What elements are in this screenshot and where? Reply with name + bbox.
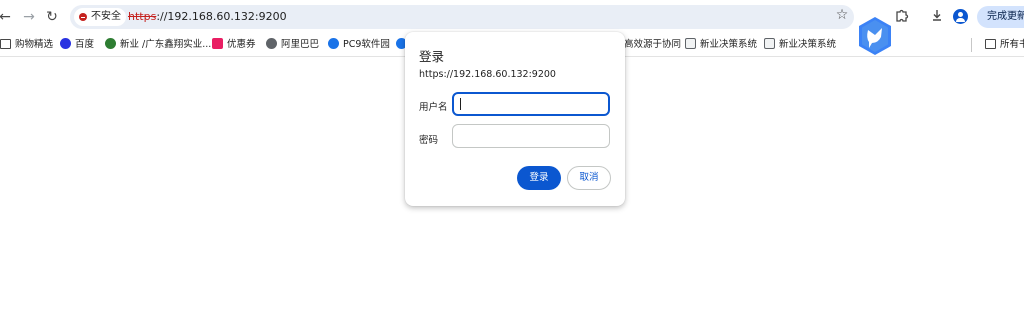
bookmark-item[interactable]: 新业决策系统 xyxy=(764,36,836,54)
pc9-icon xyxy=(328,38,339,49)
login-button[interactable]: 登录 xyxy=(517,166,561,190)
bookmark-item[interactable]: 新业决策系统 xyxy=(685,36,757,54)
folder-icon xyxy=(985,39,996,49)
folder-icon xyxy=(0,39,11,49)
address-bar[interactable]: 不安全 https://192.168.60.132:9200 xyxy=(70,5,854,29)
bookmark-item[interactable]: 高效源于协同 xyxy=(624,36,681,54)
reload-icon[interactable]: ↻ xyxy=(43,8,61,26)
url-scheme: https xyxy=(128,10,157,23)
extensions-puzzle-icon[interactable] xyxy=(893,8,911,26)
dialog-title: 登录 xyxy=(419,49,445,64)
bookmark-item[interactable]: 百度 xyxy=(60,36,94,54)
url-host: ://192.168.60.132:9200 xyxy=(156,10,287,23)
profile-avatar-icon[interactable] xyxy=(953,9,968,24)
coupon-icon xyxy=(212,38,223,49)
bookmark-item[interactable]: 优惠券 xyxy=(212,36,256,54)
download-icon[interactable] xyxy=(928,8,946,26)
bookmark-item[interactable]: 阿里巴巴 xyxy=(266,36,319,54)
url-text[interactable]: https://192.168.60.132:9200 xyxy=(128,5,287,29)
baidu-paw-icon xyxy=(60,38,71,49)
forward-arrow-icon[interactable]: → xyxy=(20,8,38,26)
username-label: 用户名 xyxy=(419,102,448,113)
bookmark-item[interactable]: PC9软件园 xyxy=(328,36,390,54)
image-icon xyxy=(764,38,775,49)
bookmarks-separator xyxy=(971,38,972,52)
http-auth-dialog: 登录 https://192.168.60.132:9200 用户名 密码 登录… xyxy=(405,32,625,206)
globe-icon xyxy=(266,38,277,49)
dialog-origin: https://192.168.60.132:9200 xyxy=(419,69,556,80)
username-field[interactable] xyxy=(452,92,610,116)
bookmark-item[interactable]: 购物精选 xyxy=(0,36,53,54)
password-label: 密码 xyxy=(419,135,439,146)
password-field[interactable] xyxy=(452,124,610,148)
bookmark-item[interactable]: 新业 /广东鑫翔实业... xyxy=(105,36,211,54)
text-caret xyxy=(460,98,461,110)
all-bookmarks-item[interactable]: 所有书 xyxy=(985,36,1024,54)
back-arrow-icon[interactable]: ← xyxy=(0,8,14,26)
not-secure-icon xyxy=(79,13,87,21)
security-chip[interactable]: 不安全 xyxy=(74,8,126,26)
update-button[interactable]: 完成更新 xyxy=(977,6,1024,28)
image-icon xyxy=(685,38,696,49)
security-label: 不安全 xyxy=(91,11,121,22)
cancel-button[interactable]: 取消 xyxy=(567,166,611,190)
gear-icon xyxy=(105,38,116,49)
bookmark-star-icon[interactable]: ☆ xyxy=(834,7,850,23)
